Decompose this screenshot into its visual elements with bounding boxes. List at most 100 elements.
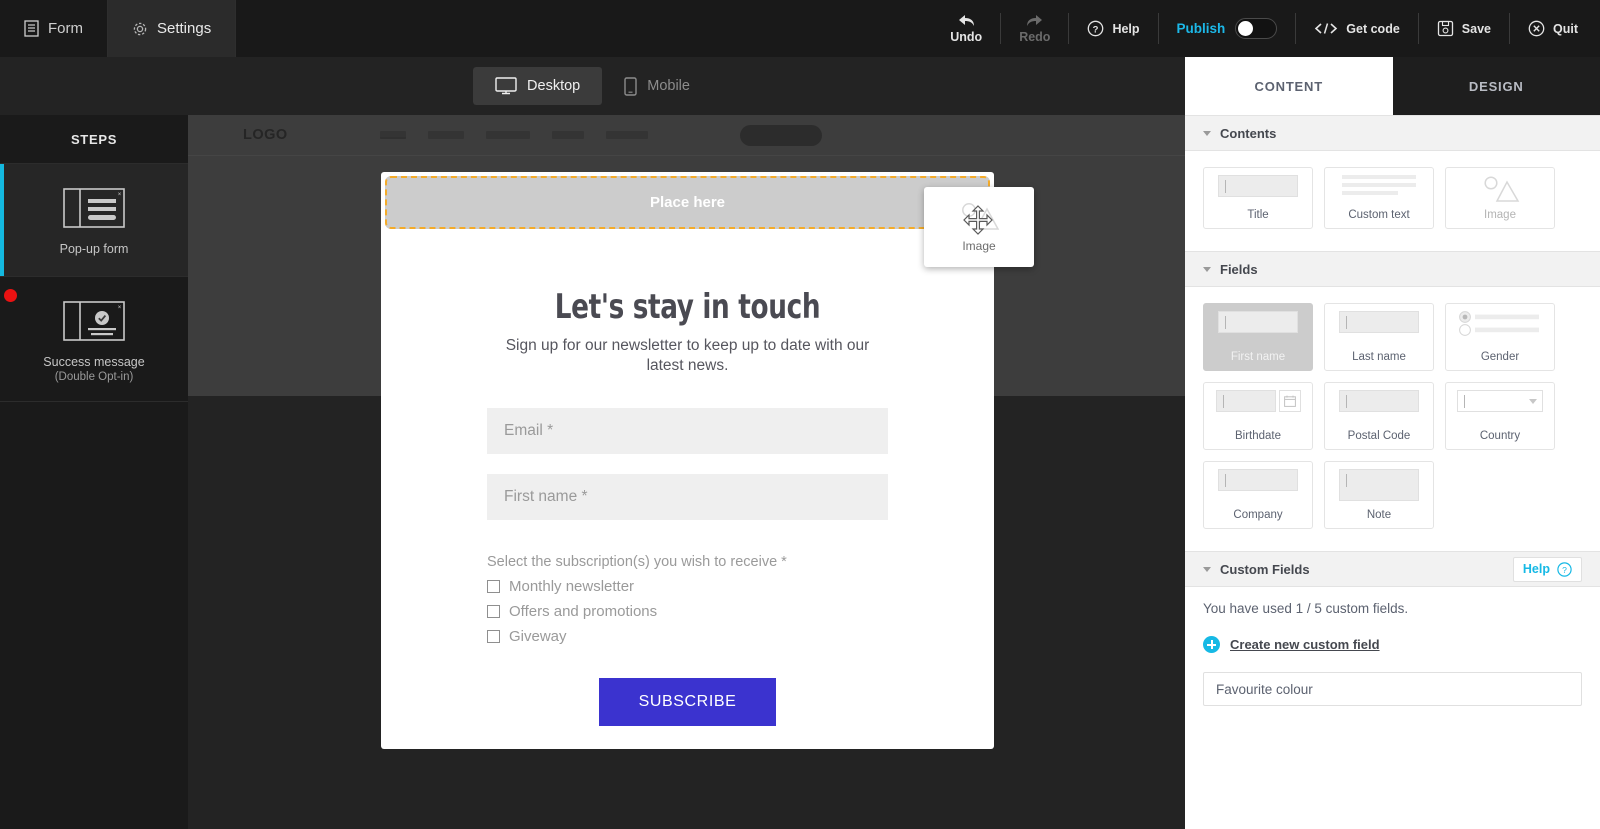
tab-form-label: Form bbox=[48, 20, 83, 37]
undo-button[interactable]: Undo bbox=[936, 0, 996, 57]
mockup-cta-button bbox=[740, 125, 822, 146]
divider bbox=[1295, 13, 1296, 44]
tab-content[interactable]: CONTENT bbox=[1185, 57, 1393, 115]
card-art-radio-group bbox=[1446, 311, 1554, 337]
sidebar-item-success-message-label: Success message bbox=[0, 353, 188, 371]
card-art-text-lines bbox=[1325, 175, 1433, 195]
field-card-last-name[interactable]: Last name bbox=[1324, 303, 1434, 371]
tab-form[interactable]: Form bbox=[0, 0, 108, 57]
checkbox-row[interactable]: Giveway bbox=[487, 628, 888, 645]
publish-label: Publish bbox=[1177, 21, 1226, 36]
quit-button[interactable]: Quit bbox=[1514, 0, 1600, 57]
field-card-company[interactable]: Company bbox=[1203, 461, 1313, 529]
field-card-note-label: Note bbox=[1367, 509, 1391, 521]
checkbox-label: Offers and promotions bbox=[509, 603, 657, 620]
get-code-button[interactable]: Get code bbox=[1300, 0, 1414, 57]
publish-toggle[interactable] bbox=[1235, 18, 1277, 39]
save-button[interactable]: Save bbox=[1423, 0, 1505, 57]
card-art-textarea bbox=[1325, 469, 1433, 501]
first-name-field-placeholder: First name * bbox=[504, 488, 588, 506]
field-card-country-label: Country bbox=[1480, 430, 1520, 442]
field-card-note[interactable]: Note bbox=[1324, 461, 1434, 529]
close-circle-icon bbox=[1528, 20, 1545, 37]
checkbox-row[interactable]: Monthly newsletter bbox=[487, 578, 888, 595]
custom-fields-body: You have used 1 / 5 custom fields. Creat… bbox=[1185, 587, 1600, 724]
mockup-navbar: LOGO bbox=[188, 115, 1185, 156]
content-card-image-label: Image bbox=[1484, 209, 1516, 221]
form-title[interactable]: Let's stay in touch bbox=[515, 287, 860, 327]
field-card-first-name[interactable]: First name bbox=[1203, 303, 1313, 371]
save-label: Save bbox=[1462, 22, 1491, 36]
field-card-postal-code[interactable]: Postal Code bbox=[1324, 382, 1434, 450]
form-description[interactable]: Sign up for our newsletter to keep up to… bbox=[487, 336, 888, 376]
redo-arrow-icon bbox=[1025, 13, 1045, 28]
checkbox-row[interactable]: Offers and promotions bbox=[487, 603, 888, 620]
svg-text:×: × bbox=[118, 192, 122, 198]
card-art-input-box bbox=[1325, 390, 1433, 412]
content-card-title[interactable]: Title bbox=[1203, 167, 1313, 229]
checkbox-icon[interactable] bbox=[487, 580, 500, 593]
mockup-nav-links bbox=[380, 131, 648, 139]
top-toolbar-actions: Undo Redo ? Help Publish bbox=[936, 0, 1600, 57]
device-toggle-group: Desktop Mobile bbox=[473, 67, 712, 105]
divider bbox=[1418, 13, 1419, 44]
chevron-down-icon[interactable] bbox=[1203, 267, 1211, 272]
plus-circle-icon bbox=[1203, 636, 1220, 653]
custom-field-row[interactable]: Favourite colour bbox=[1203, 672, 1582, 706]
steps-sidebar: STEPS × Pop-up form bbox=[0, 115, 188, 829]
field-card-gender[interactable]: Gender bbox=[1445, 303, 1555, 371]
create-custom-field-button[interactable]: Create new custom field bbox=[1203, 636, 1582, 653]
drop-zone[interactable]: Place here bbox=[385, 176, 990, 229]
success-message-thumbnail-icon: × bbox=[63, 301, 125, 341]
field-card-country[interactable]: Country bbox=[1445, 382, 1555, 450]
question-circle-icon: ? bbox=[1087, 20, 1104, 37]
publish-toggle-group[interactable]: Publish bbox=[1163, 0, 1292, 57]
sidebar-item-popup-form-label: Pop-up form bbox=[0, 240, 188, 258]
floppy-disk-icon bbox=[1437, 20, 1454, 37]
custom-fields-help-label: Help bbox=[1523, 562, 1550, 576]
device-mobile-label: Mobile bbox=[647, 78, 690, 94]
chevron-down-icon[interactable] bbox=[1203, 131, 1211, 136]
submit-row: SUBSCRIBE bbox=[487, 678, 888, 726]
mockup-nav-link bbox=[380, 131, 406, 139]
mobile-phone-icon bbox=[624, 77, 637, 96]
custom-fields-help-button[interactable]: Help ? bbox=[1513, 557, 1582, 582]
tab-settings[interactable]: Settings bbox=[108, 0, 236, 57]
chevron-down-icon[interactable] bbox=[1203, 567, 1211, 572]
checkbox-label: Monthly newsletter bbox=[509, 578, 634, 595]
sidebar-item-success-message[interactable]: × Success message (Double Opt-in) bbox=[0, 277, 188, 402]
help-button[interactable]: ? Help bbox=[1073, 0, 1153, 57]
drag-ghost-image-card[interactable]: Image bbox=[924, 187, 1034, 267]
content-card-custom-text-label: Custom text bbox=[1348, 209, 1409, 221]
email-field[interactable]: Email * bbox=[487, 408, 888, 454]
popup-form-preview: Place here Let's stay in touch Sign up f… bbox=[381, 172, 994, 749]
subscribe-button[interactable]: SUBSCRIBE bbox=[599, 678, 777, 726]
fields-section-title: Fields bbox=[1220, 262, 1258, 277]
editor-canvas: LOGO Place here Let's stay in touch Sign… bbox=[188, 115, 1185, 829]
code-brackets-icon bbox=[1314, 21, 1338, 36]
card-art-date-input bbox=[1204, 390, 1312, 412]
custom-fields-usage-text: You have used 1 / 5 custom fields. bbox=[1203, 601, 1582, 616]
content-card-image[interactable]: Image bbox=[1445, 167, 1555, 229]
checkbox-icon[interactable] bbox=[487, 605, 500, 618]
contents-section-header: Contents bbox=[1185, 115, 1600, 151]
tab-design[interactable]: DESIGN bbox=[1393, 57, 1600, 115]
divider bbox=[1509, 13, 1510, 44]
sidebar-item-popup-form[interactable]: × Pop-up form bbox=[0, 164, 188, 277]
panel-tabs: CONTENT DESIGN bbox=[1185, 57, 1600, 115]
divider bbox=[1000, 13, 1001, 44]
form-builder-app: Form Settings Undo Redo bbox=[0, 0, 1600, 829]
quit-label: Quit bbox=[1553, 22, 1578, 36]
field-card-postal-code-label: Postal Code bbox=[1348, 430, 1411, 442]
device-desktop-button[interactable]: Desktop bbox=[473, 67, 602, 105]
redo-button[interactable]: Redo bbox=[1005, 0, 1064, 57]
contents-card-list: Title Custom text Image bbox=[1185, 151, 1600, 251]
checkbox-icon[interactable] bbox=[487, 630, 500, 643]
subscription-legend: Select the subscription(s) you wish to r… bbox=[487, 554, 888, 570]
first-name-field[interactable]: First name * bbox=[487, 474, 888, 520]
divider bbox=[1068, 13, 1069, 44]
field-card-birthdate[interactable]: Birthdate bbox=[1203, 382, 1313, 450]
content-card-custom-text[interactable]: Custom text bbox=[1324, 167, 1434, 229]
drag-ghost-label: Image bbox=[962, 239, 995, 253]
device-mobile-button[interactable]: Mobile bbox=[602, 67, 712, 105]
